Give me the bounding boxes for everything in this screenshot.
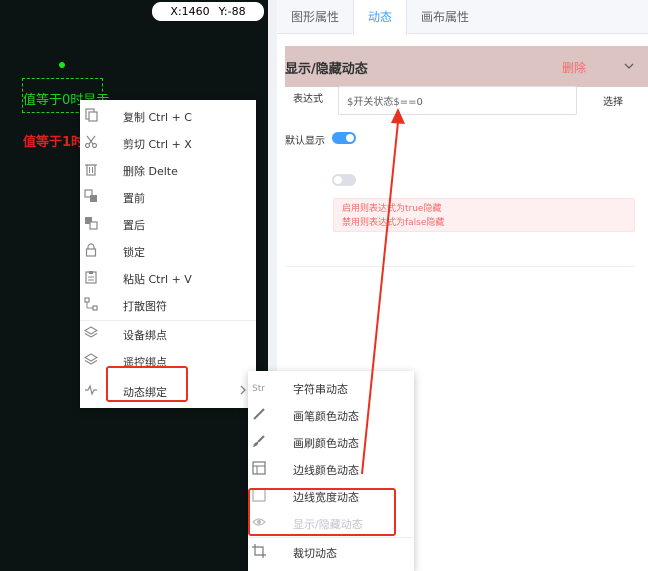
hint-line: 启用则表达式为true隐藏 <box>342 204 442 214</box>
menu-item-label: 遥控绑点 <box>123 356 167 369</box>
menu-item-label: 动态绑定 <box>123 386 167 399</box>
default-visible-toggle[interactable] <box>332 132 356 144</box>
coordinate-readout: X:1460 Y:-88 <box>152 2 264 21</box>
submenu-item-border-width[interactable]: 边线宽度动态 <box>248 482 414 509</box>
panel-tabs: 图形属性 动态 画布属性 <box>277 0 648 35</box>
paste-icon <box>85 271 97 284</box>
pulse-icon <box>85 384 97 396</box>
submenu-item-crop[interactable]: 裁切动态 <box>248 538 414 565</box>
coord-y: Y:-88 <box>218 5 246 18</box>
tab-shape-properties[interactable]: 图形属性 <box>277 0 353 34</box>
crop-icon <box>252 544 266 558</box>
menu-item-label: 锁定 <box>123 246 145 259</box>
context-menu: 复制 Ctrl + C 剪切 Ctrl + X 删除 Delte 置前 置后 锁… <box>80 100 256 408</box>
menu-item-label: 边线宽度动态 <box>293 491 359 504</box>
expression-input[interactable] <box>338 86 577 115</box>
copy-icon <box>85 108 98 122</box>
tab-canvas-properties[interactable]: 画布属性 <box>407 0 483 34</box>
hint-line: 禁用则表达式为false隐藏 <box>342 218 445 228</box>
section-title: 显示/隐藏动态 <box>285 62 368 77</box>
border-color-icon <box>252 461 266 475</box>
brush-icon <box>253 435 265 447</box>
menu-item-remote-bind[interactable]: 遥控绑点 <box>80 347 256 374</box>
menu-item-label: 画笔颜色动态 <box>293 410 359 423</box>
expression-label: 表达式 <box>293 94 323 105</box>
coord-x: X:1460 <box>170 5 210 18</box>
chevron-down-icon[interactable] <box>623 60 635 72</box>
menu-item-label: 粘贴 Ctrl + V <box>123 273 192 286</box>
menu-item-label: 显示/隐藏动态 <box>293 518 363 531</box>
scissors-icon <box>84 135 98 149</box>
submenu-item-pen-color[interactable]: 画笔颜色动态 <box>248 401 414 428</box>
svg-text:Str: Str <box>252 384 265 394</box>
select-button[interactable]: 选择 <box>603 93 623 108</box>
tab-dynamics[interactable]: 动态 <box>353 0 407 35</box>
menu-item-label: 设备绑点 <box>123 329 167 342</box>
menu-item-label: 删除 Delte <box>123 165 178 178</box>
eye-icon <box>252 518 266 526</box>
menu-item-copy[interactable]: 复制 Ctrl + C <box>80 102 256 129</box>
menu-item-label: 置后 <box>123 219 145 232</box>
chevron-right-icon <box>240 385 246 395</box>
hide-mode-toggle[interactable] <box>332 174 356 186</box>
string-icon: Str <box>252 384 265 394</box>
dynamic-submenu: Str 字符串动态 画笔颜色动态 画刷颜色动态 边线颜色动态 边线宽度动态 显示… <box>248 371 414 571</box>
layers-icon <box>84 353 98 365</box>
menu-item-label: 字符串动态 <box>293 383 348 396</box>
menu-item-label: 置前 <box>123 192 145 205</box>
menu-item-lock[interactable]: 锁定 <box>80 237 256 264</box>
pen-icon <box>253 408 265 420</box>
ungroup-icon <box>84 297 98 311</box>
menu-item-paste[interactable]: 粘贴 Ctrl + V <box>80 264 256 291</box>
menu-item-label: 复制 Ctrl + C <box>123 111 192 124</box>
menu-item-bring-front[interactable]: 置前 <box>80 183 256 210</box>
layers-icon <box>84 326 98 338</box>
send-back-icon <box>85 217 98 230</box>
menu-item-dynamic-binding[interactable]: 动态绑定 <box>80 377 256 404</box>
submenu-item-brush-color[interactable]: 画刷颜色动态 <box>248 428 414 455</box>
lock-icon <box>85 243 97 257</box>
submenu-item-string[interactable]: Str 字符串动态 <box>248 374 414 401</box>
submenu-item-border-color[interactable]: 边线颜色动态 <box>248 455 414 482</box>
menu-item-label: 画刷颜色动态 <box>293 437 359 450</box>
menu-item-label: 裁切动态 <box>293 547 337 560</box>
delete-button[interactable]: 删除 <box>562 59 586 76</box>
trash-icon <box>85 164 97 176</box>
rotate-handle[interactable] <box>59 62 65 68</box>
border-width-icon <box>252 488 266 502</box>
bring-front-icon <box>84 189 97 202</box>
menu-item-label: 打散图符 <box>123 300 167 313</box>
menu-item-cut[interactable]: 剪切 Ctrl + X <box>80 129 256 156</box>
menu-item-delete[interactable]: 删除 Delte <box>80 156 256 183</box>
text-element-red[interactable]: 值等于1时 <box>23 131 84 150</box>
submenu-item-show-hide[interactable]: 显示/隐藏动态 <box>248 509 414 536</box>
menu-item-send-back[interactable]: 置后 <box>80 210 256 237</box>
menu-item-label: 剪切 Ctrl + X <box>123 138 192 151</box>
menu-item-ungroup[interactable]: 打散图符 <box>80 291 256 318</box>
section-header[interactable]: 显示/隐藏动态 删除 <box>285 46 648 87</box>
default-visible-label: 默认显示 <box>285 136 325 147</box>
hint-alert: 启用则表达式为true隐藏 禁用则表达式为false隐藏 <box>333 198 635 232</box>
menu-item-label: 边线颜色动态 <box>293 464 359 477</box>
divider-line <box>285 266 635 267</box>
menu-item-device-bind[interactable]: 设备绑点 <box>80 320 256 347</box>
